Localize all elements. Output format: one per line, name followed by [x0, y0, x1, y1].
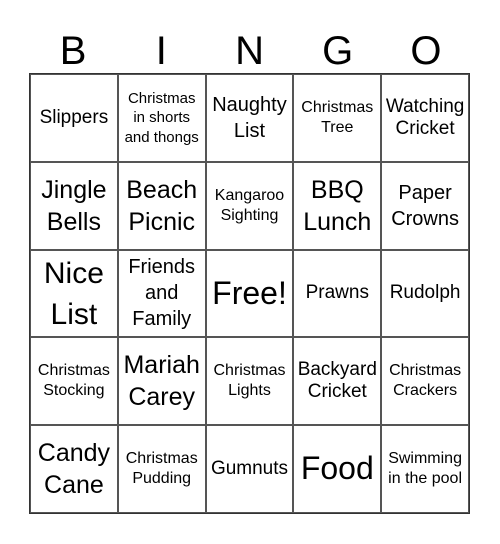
bingo-cell[interactable]: Christmas Lights — [205, 337, 294, 426]
bingo-cell[interactable]: Kangaroo Sighting — [205, 161, 294, 250]
bingo-cell[interactable]: Jingle Bells — [30, 161, 118, 250]
cell-label: Watching Cricket — [385, 95, 465, 139]
cell-label: Jingle Bells — [41, 175, 107, 236]
bingo-cell[interactable]: Gumnuts — [205, 425, 294, 513]
cell-label: Christmas Crackers — [389, 362, 462, 400]
bingo-cell[interactable]: Christmas in shorts and thongs — [117, 74, 206, 162]
cell-label: Gumnuts — [210, 458, 289, 480]
bingo-grid: Slippers Christmas in shorts and thongs Na… — [29, 73, 470, 514]
bingo-header: B I N G O — [29, 28, 470, 74]
bingo-cell[interactable]: Backyard Cricket — [293, 337, 382, 426]
header-letter-b: B — [59, 29, 87, 73]
cell-label: Candy Cane — [37, 439, 111, 500]
bingo-cell[interactable]: Slippers — [30, 74, 118, 162]
cell-label: Backyard Cricket — [297, 359, 377, 403]
cell-label: Slippers — [39, 106, 109, 128]
cell-label: Prawns — [305, 282, 369, 304]
cell-label: Mariah Carey — [123, 351, 200, 412]
cell-label: BBQ Lunch — [303, 175, 372, 236]
bingo-cell[interactable]: Paper Crowns — [381, 161, 469, 250]
bingo-cell[interactable]: Food — [293, 425, 382, 513]
cell-label: Paper Crowns — [391, 181, 459, 230]
bingo-cell[interactable]: Beach Picnic — [117, 161, 206, 250]
cell-label: Christmas Tree — [301, 98, 374, 136]
cell-label: Friends and Family — [128, 256, 196, 331]
bingo-cell[interactable]: Christmas Pudding — [117, 425, 206, 513]
bingo-cell[interactable]: Nice List — [30, 249, 118, 338]
bingo-cell[interactable]: BBQ Lunch — [293, 161, 382, 250]
cell-label: Beach Picnic — [126, 175, 198, 236]
bingo-cell[interactable]: Christmas Tree — [293, 74, 382, 162]
cell-label: Christmas Stocking — [37, 362, 110, 400]
bingo-cell[interactable]: Christmas Stocking — [30, 337, 118, 426]
cell-label: Kangaroo Sighting — [214, 186, 285, 224]
cell-label: Rudolph — [389, 282, 461, 304]
cell-label: Swimming in the pool — [388, 450, 463, 488]
header-letter-n: N — [235, 29, 264, 73]
cell-label: Free! — [212, 274, 287, 311]
bingo-cell[interactable]: Naughty List — [205, 74, 294, 162]
free-space-cell[interactable]: Free! — [205, 249, 294, 338]
bingo-cell[interactable]: Rudolph — [381, 249, 469, 338]
cell-label: Naughty List — [212, 93, 287, 142]
bingo-cell[interactable]: Friends and Family — [117, 249, 206, 338]
bingo-cell[interactable]: Mariah Carey — [117, 337, 206, 426]
header-letter-o: O — [410, 29, 442, 73]
cell-label: Nice List — [43, 256, 104, 331]
cell-label: Food — [300, 450, 374, 487]
cell-label: Christmas in shorts and thongs — [124, 89, 199, 146]
header-letter-g: G — [322, 29, 354, 73]
bingo-cell[interactable]: Christmas Crackers — [381, 337, 469, 426]
cell-label: Christmas Lights — [213, 362, 286, 400]
bingo-cell[interactable]: Candy Cane — [30, 425, 118, 513]
cell-label: Christmas Pudding — [125, 450, 198, 488]
header-letter-i: I — [155, 29, 167, 73]
bingo-cell[interactable]: Watching Cricket — [381, 74, 469, 162]
bingo-cell[interactable]: Swimming in the pool — [381, 425, 469, 513]
bingo-cell[interactable]: Prawns — [293, 249, 382, 338]
